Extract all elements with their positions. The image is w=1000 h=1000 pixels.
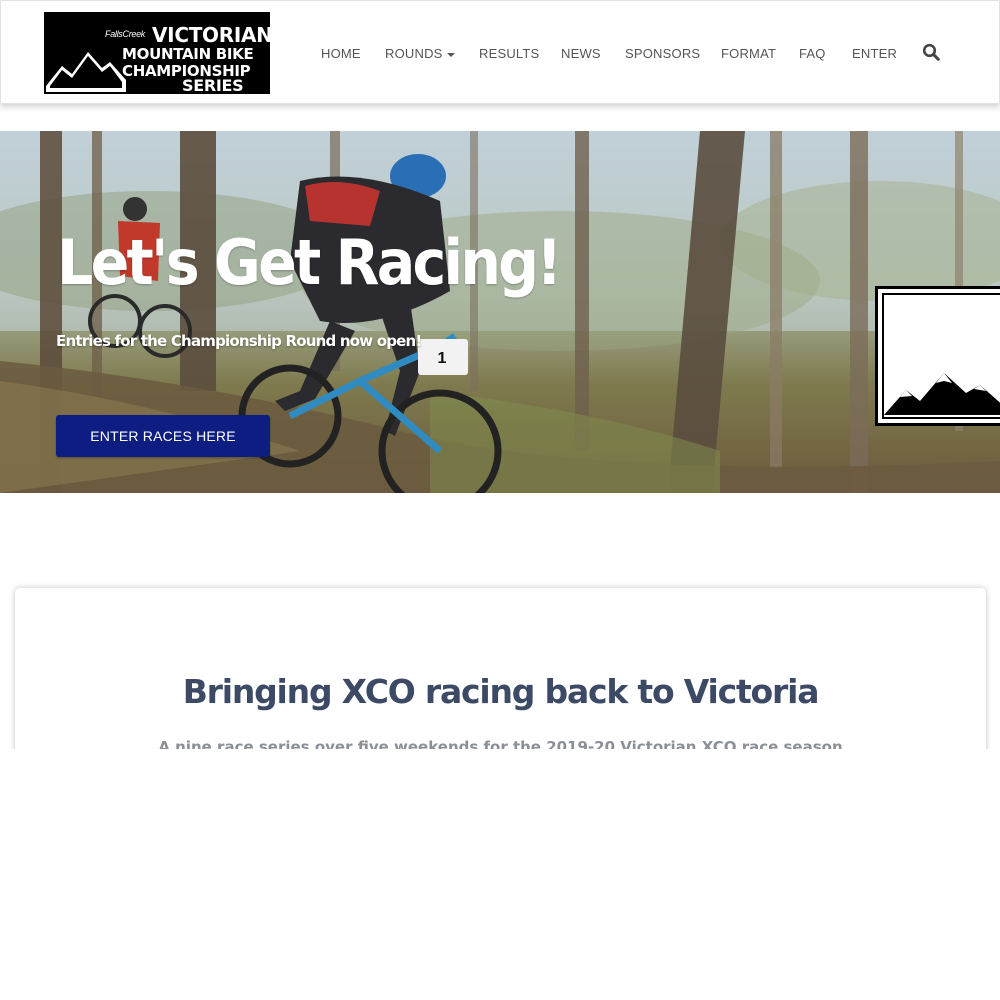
- nav-enter[interactable]: ENTER: [852, 46, 897, 61]
- enter-races-button[interactable]: ENTER RACES HERE: [56, 415, 270, 457]
- viewport-cutoff: [0, 749, 1000, 1000]
- main-nav: HOME ROUNDS RESULTS NEWS SPONSORS FORMAT…: [1, 46, 999, 62]
- nav-home[interactable]: HOME: [321, 46, 361, 61]
- hero-subtitle: Entries for the Championship Round now o…: [56, 332, 422, 350]
- nav-rounds[interactable]: ROUNDS: [385, 46, 455, 61]
- nav-faq[interactable]: FAQ: [799, 46, 826, 61]
- hero-title: Let's Get Racing!: [57, 226, 562, 299]
- caret-down-icon: [446, 52, 455, 57]
- mountain-icon: [884, 373, 1000, 415]
- intro-heading: Bringing XCO racing back to Victoria: [182, 672, 820, 711]
- logo-line-1: VICTORIAN: [152, 23, 270, 47]
- site-header: FallsCreek VICTORIAN MOUNTAIN BIKE CHAMP…: [0, 0, 1000, 104]
- nav-results[interactable]: RESULTS: [479, 46, 539, 61]
- logo-line-4: SERIES: [182, 76, 244, 94]
- nav-rounds-label: ROUNDS: [385, 46, 443, 61]
- logo-sponsor-text: FallsCreek: [105, 29, 146, 39]
- hero-series-logo: [875, 286, 1000, 426]
- hero-banner: 1 Let's Get Racing! Entries for the Cham…: [0, 131, 1000, 493]
- nav-news[interactable]: NEWS: [561, 46, 601, 61]
- nav-sponsors[interactable]: SPONSORS: [625, 46, 700, 61]
- nav-format[interactable]: FORMAT: [721, 46, 776, 61]
- race-bib-number: 1: [438, 350, 447, 367]
- search-icon[interactable]: [922, 43, 940, 61]
- hero-logo-frame: [882, 293, 1000, 419]
